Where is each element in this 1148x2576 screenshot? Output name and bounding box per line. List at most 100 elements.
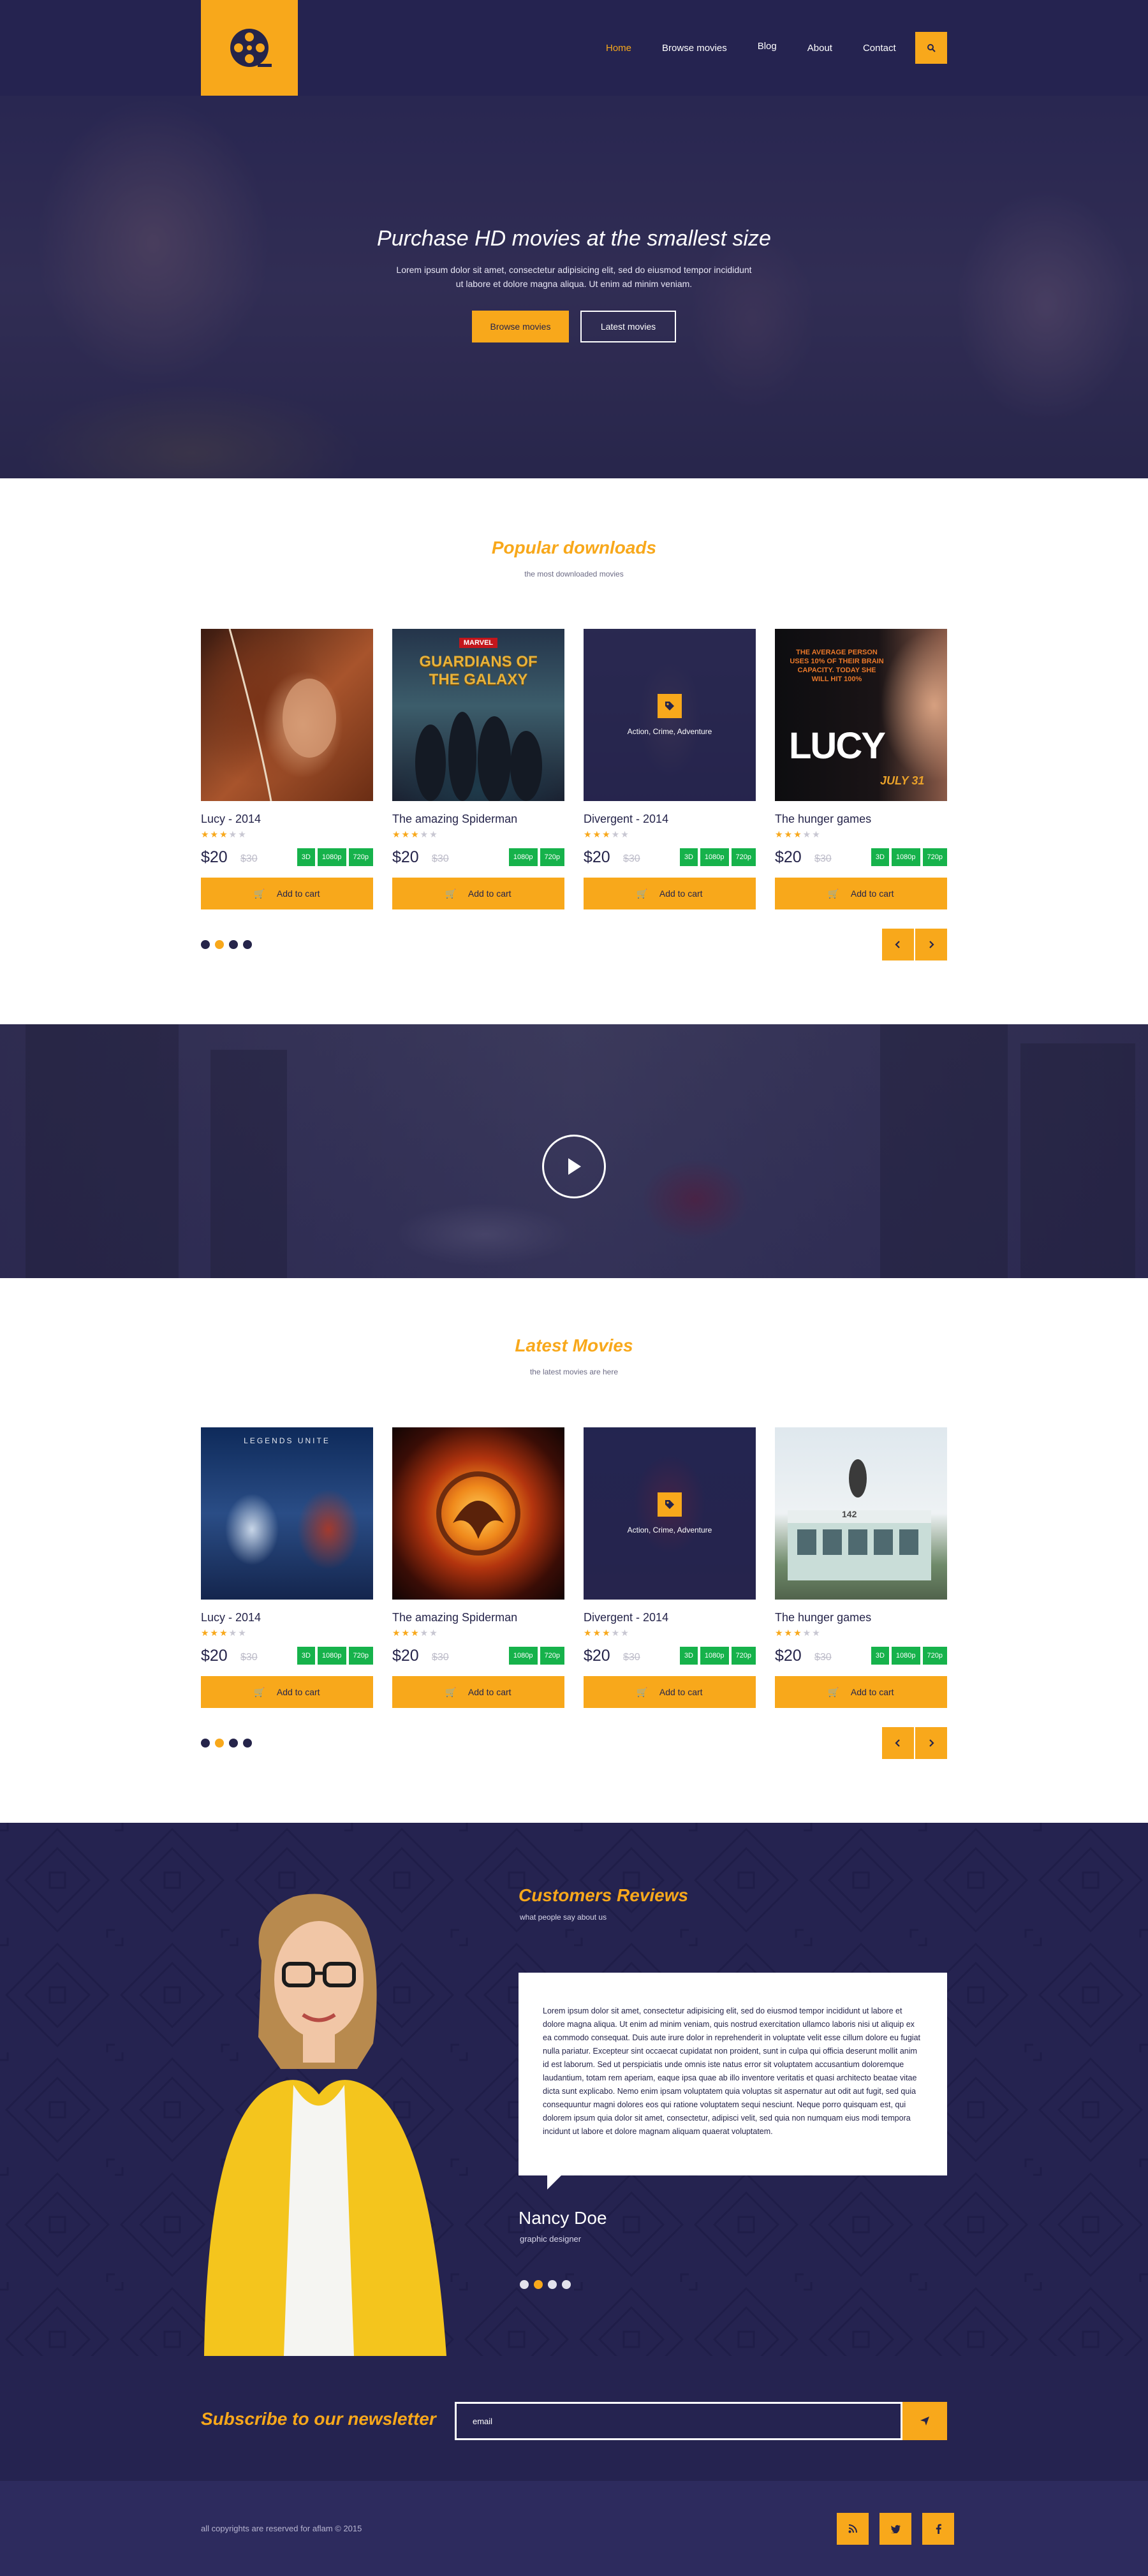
movie-poster[interactable]: LEGENDS UNITE (201, 1427, 373, 1600)
movie-title[interactable]: The amazing Spiderman (392, 1611, 564, 1625)
facebook-button[interactable] (922, 2513, 954, 2545)
movie-poster[interactable]: Action, Crime, Adventure (584, 1427, 756, 1600)
twitter-button[interactable] (879, 2513, 911, 2545)
quality-badge: 720p (922, 848, 947, 866)
movie-poster[interactable]: MARVEL GUARDIANS OF THE GALAXY (392, 629, 564, 801)
browse-movies-button[interactable]: Browse movies (472, 311, 569, 342)
movie-card[interactable]: Lucy - 2014 ★★★★★ $20 $30 3D 1080p 720p … (201, 629, 373, 909)
tag-icon[interactable] (658, 694, 682, 718)
latest-movies-button[interactable]: Latest movies (580, 311, 676, 342)
cart-icon: 🛒 (445, 888, 457, 899)
movie-title[interactable]: The amazing Spiderman (392, 813, 564, 827)
next-button[interactable] (915, 1727, 947, 1759)
movie-poster[interactable] (392, 1427, 564, 1600)
add-to-cart-button[interactable]: 🛒 Add to cart (201, 1676, 373, 1708)
movie-title[interactable]: The hunger games (775, 1611, 947, 1625)
add-to-cart-button[interactable]: 🛒 Add to cart (392, 878, 564, 909)
review-dot[interactable] (534, 2280, 543, 2289)
prev-button[interactable] (882, 1727, 914, 1759)
movie-card[interactable]: 142 The hunger games ★★★★★ $20 $30 3D 10… (775, 1427, 947, 1708)
carousel-dot[interactable] (201, 1739, 210, 1748)
logo[interactable] (201, 0, 298, 96)
movie-poster[interactable]: 142 (775, 1427, 947, 1600)
carousel-dot[interactable] (243, 1739, 252, 1748)
movie-card[interactable]: MARVEL GUARDIANS OF THE GALAXY The amazi… (392, 629, 564, 909)
reviews-title: Customers Reviews (519, 1885, 689, 1905)
add-to-cart-button[interactable]: 🛒 Add to cart (775, 878, 947, 909)
main-nav: Home Browse movies Blog About Contact (606, 0, 927, 96)
cart-icon: 🛒 (828, 1686, 839, 1697)
next-button[interactable] (915, 929, 947, 960)
movie-poster[interactable]: THE AVERAGE PERSON USES 10% OF THEIR BRA… (775, 629, 947, 801)
quality-badge: 3D (297, 848, 315, 866)
nav-about[interactable]: About (807, 43, 832, 54)
review-dot[interactable] (562, 2280, 571, 2289)
movie-title[interactable]: Divergent - 2014 (584, 813, 756, 827)
movie-hover-overlay[interactable]: Action, Crime, Adventure (584, 629, 756, 801)
cart-icon: 🛒 (637, 888, 648, 899)
email-field[interactable] (455, 2402, 902, 2440)
price: $20 (392, 1647, 419, 1665)
search-button[interactable] (915, 32, 947, 64)
quality-badge: 3D (679, 848, 698, 866)
price: $20 (584, 848, 610, 866)
movie-poster[interactable]: Action, Crime, Adventure (584, 629, 756, 801)
quality-badge: 720p (922, 1647, 947, 1665)
review-quote: Lorem ipsum dolor sit amet, consectetur … (519, 1973, 947, 2190)
add-to-cart-label: Add to cart (659, 888, 703, 899)
carousel-dot[interactable] (215, 1739, 224, 1748)
rss-button[interactable] (837, 2513, 869, 2545)
quality-badge: 1080p (700, 1647, 729, 1665)
quality-badge: 1080p (508, 1647, 538, 1665)
movie-title[interactable]: The hunger games (775, 813, 947, 827)
add-to-cart-button[interactable]: 🛒 Add to cart (584, 878, 756, 909)
nav-blog[interactable]: Blog (758, 41, 777, 52)
quality-badge: 720p (731, 848, 756, 866)
carousel-dot[interactable] (229, 940, 238, 949)
movie-card[interactable]: THE AVERAGE PERSON USES 10% OF THEIR BRA… (775, 629, 947, 909)
movie-poster[interactable] (201, 629, 373, 801)
carousel-dot[interactable] (229, 1739, 238, 1748)
review-text: Lorem ipsum dolor sit amet, consectetur … (543, 2006, 920, 2136)
add-to-cart-button[interactable]: 🛒 Add to cart (201, 878, 373, 909)
review-dot[interactable] (520, 2280, 529, 2289)
rating-stars: ★★★★★ (584, 1628, 630, 1638)
movie-title[interactable]: Lucy - 2014 (201, 813, 373, 827)
movie-hover-overlay[interactable]: Action, Crime, Adventure (584, 1427, 756, 1600)
rating-stars: ★★★★★ (392, 829, 439, 839)
carousel-arrows (882, 929, 947, 960)
newsletter-section: Subscribe to our newsletter (0, 2356, 1148, 2481)
movie-title[interactable]: Divergent - 2014 (584, 1611, 756, 1625)
movie-card[interactable]: LEGENDS UNITE Lucy - 2014 ★★★★★ $20 $30 … (201, 1427, 373, 1708)
hero-text: Lorem ipsum dolor sit amet, consectetur … (396, 265, 752, 289)
add-to-cart-label: Add to cart (276, 1687, 320, 1697)
carousel-dot[interactable] (201, 940, 210, 949)
play-button[interactable] (542, 1135, 606, 1198)
chevron-right-icon (929, 941, 934, 948)
carousel-dots (201, 940, 252, 949)
movie-card[interactable]: Action, Crime, Adventure Divergent - 201… (584, 1427, 756, 1708)
prev-button[interactable] (882, 929, 914, 960)
subscribe-button[interactable] (902, 2402, 947, 2440)
movie-title[interactable]: Lucy - 2014 (201, 1611, 373, 1625)
nav-browse-movies[interactable]: Browse movies (662, 43, 727, 54)
add-to-cart-button[interactable]: 🛒 Add to cart (584, 1676, 756, 1708)
add-to-cart-button[interactable]: 🛒 Add to cart (775, 1676, 947, 1708)
movie-card[interactable]: Action, Crime, Adventure Divergent - 201… (584, 629, 756, 909)
old-price: $30 (432, 853, 449, 864)
add-to-cart-button[interactable]: 🛒 Add to cart (392, 1676, 564, 1708)
quality-badge: 720p (540, 848, 564, 866)
movie-card[interactable]: The amazing Spiderman ★★★★★ $20 $30 1080… (392, 1427, 564, 1708)
old-price: $30 (814, 1652, 832, 1663)
carousel-dot[interactable] (215, 940, 224, 949)
carousel-dot[interactable] (243, 940, 252, 949)
nav-contact[interactable]: Contact (863, 43, 896, 54)
movie-genre: Action, Crime, Adventure (627, 727, 712, 736)
cart-icon: 🛒 (254, 1686, 265, 1697)
nav-home[interactable]: Home (606, 43, 631, 54)
old-price: $30 (240, 853, 258, 864)
quality-badge: 720p (348, 1647, 373, 1665)
add-to-cart-label: Add to cart (850, 1687, 894, 1697)
tag-icon[interactable] (658, 1492, 682, 1517)
review-dot[interactable] (548, 2280, 557, 2289)
